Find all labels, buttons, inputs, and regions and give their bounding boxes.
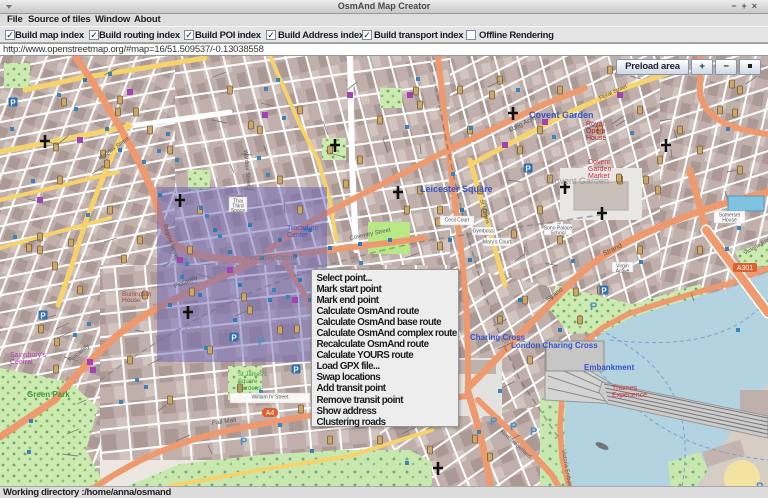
svg-text:St James's: St James's xyxy=(238,372,267,378)
svg-text:Covent Garden: Covent Garden xyxy=(529,110,594,120)
svg-text:William IV Street: William IV Street xyxy=(252,395,290,401)
svg-text:P: P xyxy=(590,301,597,313)
svg-text:Garden: Garden xyxy=(588,166,611,173)
svg-text:Cecil Court: Cecil Court xyxy=(445,218,470,224)
svg-text:Center: Center xyxy=(287,232,309,239)
svg-text:Piccadilly Circus: Piccadilly Circus xyxy=(245,255,296,262)
svg-text:School: School xyxy=(550,231,565,237)
svg-text:P: P xyxy=(40,311,46,320)
svg-text:P: P xyxy=(490,416,497,428)
svg-text:A301: A301 xyxy=(737,265,753,272)
svg-text:Market: Market xyxy=(588,173,609,180)
svg-text:House: House xyxy=(722,218,737,224)
svg-text:Green Park: Green Park xyxy=(27,390,70,399)
svg-text:P: P xyxy=(530,426,537,438)
svg-text:Leicester Square: Leicester Square xyxy=(420,184,493,194)
svg-text:Trocadero: Trocadero xyxy=(287,225,319,232)
svg-text:London Charing Cross: London Charing Cross xyxy=(511,341,598,350)
svg-text:P: P xyxy=(293,365,299,374)
svg-text:Space: Space xyxy=(231,208,245,214)
svg-text:Covent: Covent xyxy=(588,159,610,166)
svg-text:Square: Square xyxy=(238,379,258,385)
svg-text:Thames: Thames xyxy=(612,385,638,392)
svg-text:Active: Active xyxy=(616,269,630,275)
svg-text:Experience: Experience xyxy=(612,392,647,399)
svg-text:P: P xyxy=(231,333,237,342)
svg-text:Mary's Court: Mary's Court xyxy=(483,240,512,246)
svg-text:Sainsbury's: Sainsbury's xyxy=(10,352,46,359)
svg-text:Opera: Opera xyxy=(586,128,606,135)
svg-text:P: P xyxy=(510,421,517,433)
svg-text:Gardens: Gardens xyxy=(238,386,261,392)
svg-text:P: P xyxy=(10,98,16,107)
svg-text:P: P xyxy=(601,286,607,295)
svg-text:A4: A4 xyxy=(266,410,275,417)
svg-text:Gymboss: Gymboss xyxy=(472,229,494,235)
svg-text:P: P xyxy=(258,336,265,348)
svg-text:House: House xyxy=(586,135,606,142)
svg-text:House: House xyxy=(122,297,141,304)
svg-text:St. James's: St. James's xyxy=(185,325,232,335)
svg-text:P: P xyxy=(240,436,247,448)
svg-text:Embankment: Embankment xyxy=(584,363,635,372)
svg-text:Central: Central xyxy=(10,359,33,366)
svg-text:Royal: Royal xyxy=(586,121,604,128)
svg-text:P: P xyxy=(525,164,531,173)
